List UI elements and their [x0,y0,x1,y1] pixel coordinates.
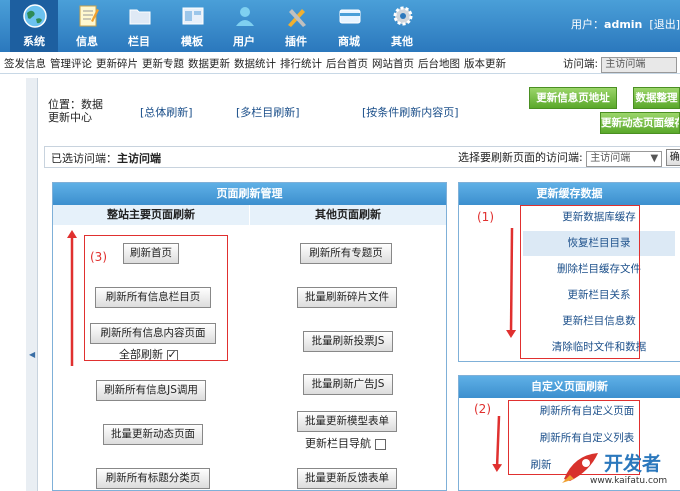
nav-label: 插件 [285,35,307,48]
submenu-link[interactable]: 后台地图 [418,58,460,70]
batch-update-model-form-button[interactable]: 批量更新模型表单 [297,411,397,432]
nav-label: 栏目 [128,35,150,48]
notepad-icon [79,5,99,27]
logout-link[interactable]: [退出] [649,18,680,31]
tools-icon [288,9,306,27]
left-column-head: 整站主要页面刷新 [53,205,249,225]
submenu-link[interactable]: 版本更新 [464,58,506,70]
batch-refresh-vote-js-button[interactable]: 批量刷新投票JS [303,331,393,352]
submenu-link[interactable]: 数据更新 [188,58,230,70]
collapse-arrow-icon: ◀ [29,350,36,359]
visit-select[interactable]: 主访问端 [601,57,678,73]
batch-update-dynamic-button[interactable]: 批量更新动态页面 [103,424,203,445]
submenu-link[interactable]: 排行统计 [280,58,322,70]
submenu-links: 签发信息 管理评论 更新碎片 更新专题 数据更新 数据统计 排行统计 后台首页 网站首页 后台地图… [4,56,510,71]
right-column-head: 其他页面刷新 [250,205,446,225]
dynamic-page-cache-button[interactable]: 更新动态页面缓存 [600,112,680,134]
submenu-link[interactable]: 签发信息 [4,58,46,70]
nav-info[interactable]: 信息 [63,0,111,52]
submenu-link[interactable]: 管理评论 [50,58,92,70]
batch-update-feedback-form-button[interactable]: 批量更新反馈表单 [297,468,397,489]
annotation-label-1: (1) [477,210,494,224]
nav-label: 模板 [181,35,203,48]
watermark-brand: 开发者 [604,453,662,475]
batch-refresh-fragments-button[interactable]: 批量刷新碎片文件 [297,287,397,308]
card-icon [339,9,361,24]
sub-menu: 签发信息 管理评论 更新碎片 更新专题 数据更新 数据统计 排行统计 后台首页 网站首页 后台地图… [0,52,680,74]
nav-other[interactable]: 其他 [378,0,426,52]
user-icon [236,7,254,26]
refresh-title-class-button[interactable]: 刷新所有标题分类页 [96,468,210,489]
submenu-link[interactable]: 数据统计 [234,58,276,70]
submenu-link[interactable]: 更新专题 [142,58,184,70]
visit-selector: 访问端: 主访问端 [563,56,678,73]
nav-label: 信息 [76,35,98,48]
endpoint-select[interactable]: 主访问端 ▼ [586,151,663,167]
template-icon [182,7,204,25]
submenu-link[interactable]: 更新碎片 [96,58,138,70]
data-organize-button[interactable]: 数据整理 [633,87,680,109]
annotation-box-1 [520,205,640,359]
nav-update-option: 更新栏目导航 [305,435,386,451]
sidebar-toggle[interactable]: ◀ [26,78,38,491]
folder-icon [129,9,151,25]
nav-label: 其他 [391,35,413,48]
nav-system[interactable]: 系统 [10,0,58,52]
multi-column-refresh-link[interactable]: [多栏目刷新] [236,104,300,120]
nav-label: 商城 [338,35,360,48]
refresh-all-topics-button[interactable]: 刷新所有专题页 [300,243,392,264]
nav-user[interactable]: 用户 [220,0,268,52]
watermark-url: www.kaifatu.com [590,476,668,486]
globe-icon [23,4,47,28]
overall-refresh-link[interactable]: [总体刷新] [140,104,193,120]
panel-title: 页面刷新管理 [53,183,446,205]
breadcrumb: 位置：数据更新中心 [48,98,103,124]
dropdown-arrow-icon: ▼ [650,153,659,164]
nav-plugin[interactable]: 插件 [272,0,320,52]
cache-panel-title: 更新缓存数据 [459,183,680,205]
watermark-logo: 开发者 www.kaifatu.com [560,447,680,491]
gear-icon [393,6,413,26]
refresh-url-button[interactable]: 更新信息页地址 [529,87,617,109]
top-navigation: 系统 信息 栏目 模板 用户 插件 商城 其他 用户：admin [退出] [0,0,680,52]
submenu-link[interactable]: 后台首页 [326,58,368,70]
custom-panel-title: 自定义页面刷新 [459,376,680,398]
submenu-link[interactable]: 网站首页 [372,58,414,70]
user-info: 用户：admin [退出] [571,18,680,31]
annotation-label-3: (3) [90,250,107,264]
nav-mall[interactable]: 商城 [325,0,373,52]
nav-template[interactable]: 模板 [168,0,216,52]
nav-label: 用户 [233,35,255,48]
nav-update-checkbox[interactable] [374,438,386,450]
nav-label: 系统 [23,35,45,48]
annotation-label-2: (2) [474,402,491,416]
confirm-button[interactable]: 确 [665,149,680,166]
nav-column[interactable]: 栏目 [115,0,163,52]
batch-refresh-ad-js-button[interactable]: 批量刷新广告JS [303,374,393,395]
conditional-refresh-link[interactable]: [按条件刷新内容页] [362,104,459,120]
visited-value: 主访问端 [117,152,161,165]
visited-endpoint-row: 已选访问端：主访问端 选择要刷新页面的访问端: 主访问端 ▼ 确 [44,146,680,168]
refresh-all-js-button[interactable]: 刷新所有信息JS调用 [96,380,206,401]
user-name: admin [604,18,643,31]
